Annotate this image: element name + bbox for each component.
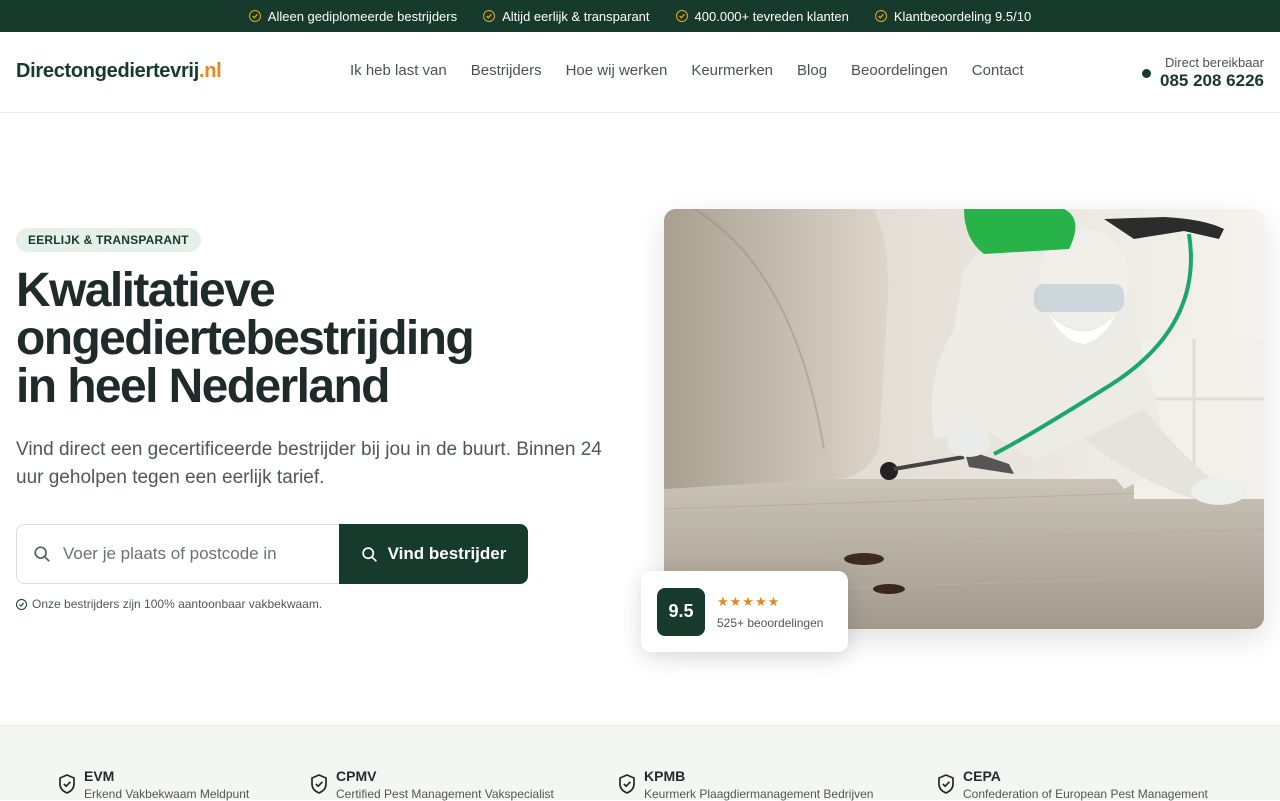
hero-subtitle: Vind direct een gecertificeerde bestrijd… xyxy=(16,439,602,488)
usp-label: Altijd eerlijk & transparant xyxy=(502,8,650,24)
star-rating-icon: ★★★★★ xyxy=(717,593,781,609)
nav-link-contact[interactable]: Contact xyxy=(972,62,1024,79)
rating-card[interactable]: 9.5 ★★★★★ 525+ beoordelingen xyxy=(641,571,848,652)
main-nav: Ik heb last van Bestrijders Hoe wij werk… xyxy=(350,62,1024,79)
cert-text: EVM Erkend Vakbekwaam Meldpunt xyxy=(84,768,249,801)
check-circle-icon xyxy=(874,10,887,22)
cert-name: Confederation of European Pest Managemen… xyxy=(963,787,1208,801)
rating-score: 9.5 xyxy=(657,587,705,636)
cert-name: Certified Pest Management Vakspecialist xyxy=(336,787,554,801)
usp-item: Klantbeoordeling 9.5/10 xyxy=(874,8,1032,24)
nav-link-hoe-wij-werken[interactable]: Hoe wij werken xyxy=(566,62,668,79)
nav-link-bestrijders[interactable]: Bestrijders xyxy=(471,62,542,79)
nav-link-keurmerken[interactable]: Keurmerken xyxy=(691,62,773,79)
shield-check-icon xyxy=(311,774,327,794)
hero-title: Kwalitatieve ongediertebestrijding in he… xyxy=(16,267,576,411)
usp-label: 400.000+ tevreden klanten xyxy=(694,8,849,24)
find-exterminator-button[interactable]: Vind bestrijder xyxy=(339,524,528,584)
search-icon xyxy=(34,546,50,562)
cert-item-kpmb[interactable]: KPMB Keurmerk Plaagdiermanagement Bedrij… xyxy=(618,768,873,801)
top-usp-bar: Alleen gediplomeerde bestrijders Altijd … xyxy=(0,0,1280,32)
check-circle-icon xyxy=(16,598,27,610)
note-text: Onze bestrijders zijn 100% aantoonbaar v… xyxy=(32,597,323,611)
cert-name: Keurmerk Plaagdiermanagement Bedrijven xyxy=(644,787,874,801)
search-icon xyxy=(361,546,377,562)
qualification-note: Onze bestrijders zijn 100% aantoonbaar v… xyxy=(16,597,322,611)
contact-phone[interactable]: 085 208 6226 xyxy=(1160,71,1264,91)
cert-code: CPMV xyxy=(336,768,377,784)
location-search-form: Vind bestrijder xyxy=(16,524,528,584)
usp-label: Klantbeoordeling 9.5/10 xyxy=(893,8,1032,24)
site-header: Directongediertevrij.nl Ik heb last van … xyxy=(0,32,1280,113)
shield-check-icon xyxy=(619,774,635,794)
search-field[interactable] xyxy=(16,524,339,584)
status-dot-icon xyxy=(1142,69,1151,78)
logo-tld: .nl xyxy=(198,60,222,82)
hero-title-line: in heel Nederland xyxy=(16,360,391,413)
shield-check-icon xyxy=(59,774,75,794)
logo-main: Directongediertevrij xyxy=(16,60,199,82)
cert-code: CEPA xyxy=(963,768,1001,784)
check-circle-icon xyxy=(248,10,261,22)
certification-band: EVM Erkend Vakbekwaam Meldpunt CPMV Cert… xyxy=(0,725,1280,801)
location-search-input[interactable] xyxy=(63,544,323,564)
cert-text: KPMB Keurmerk Plaagdiermanagement Bedrij… xyxy=(644,768,873,801)
cert-name: Erkend Vakbekwaam Meldpunt xyxy=(84,787,250,801)
hero-title-line: ongediertebestrijding xyxy=(16,312,475,365)
contact-label: Direct bereikbaar xyxy=(1165,55,1264,70)
check-circle-icon xyxy=(675,10,688,22)
usp-item: 400.000+ tevreden klanten xyxy=(675,8,849,24)
rating-details: ★★★★★ 525+ beoordelingen xyxy=(717,594,823,630)
shield-check-icon xyxy=(938,774,954,794)
site-logo[interactable]: Directongediertevrij.nl xyxy=(16,60,222,83)
cert-item-cpmv[interactable]: CPMV Certified Pest Management Vakspecia… xyxy=(310,768,554,801)
cert-item-evm[interactable]: EVM Erkend Vakbekwaam Meldpunt xyxy=(58,768,249,801)
hero-photo-exterminator xyxy=(664,209,1264,629)
rating-count: 525+ beoordelingen xyxy=(717,615,824,630)
cert-code: EVM xyxy=(84,768,115,784)
cert-code: KPMB xyxy=(644,768,686,784)
check-circle-icon xyxy=(483,10,496,22)
nav-link-ik-heb-last-van[interactable]: Ik heb last van xyxy=(350,62,447,79)
hero-badge: EERLIJK & TRANSPARANT xyxy=(16,228,201,252)
cert-text: CEPA Confederation of European Pest Mana… xyxy=(963,768,1208,801)
cert-item-cepa[interactable]: CEPA Confederation of European Pest Mana… xyxy=(937,768,1208,801)
cert-text: CPMV Certified Pest Management Vakspecia… xyxy=(336,768,554,801)
nav-link-beoordelingen[interactable]: Beoordelingen xyxy=(851,62,948,79)
find-exterminator-label: Vind bestrijder xyxy=(387,544,507,563)
usp-item: Alleen gediplomeerde bestrijders xyxy=(248,8,458,24)
nav-link-blog[interactable]: Blog xyxy=(797,62,827,79)
hero-title-line: Kwalitatieve xyxy=(16,264,276,317)
contact-box[interactable]: Direct bereikbaar 085 208 6226 xyxy=(1142,55,1264,91)
usp-label: Alleen gediplomeerde bestrijders xyxy=(267,8,458,24)
usp-item: Altijd eerlijk & transparant xyxy=(483,8,650,24)
